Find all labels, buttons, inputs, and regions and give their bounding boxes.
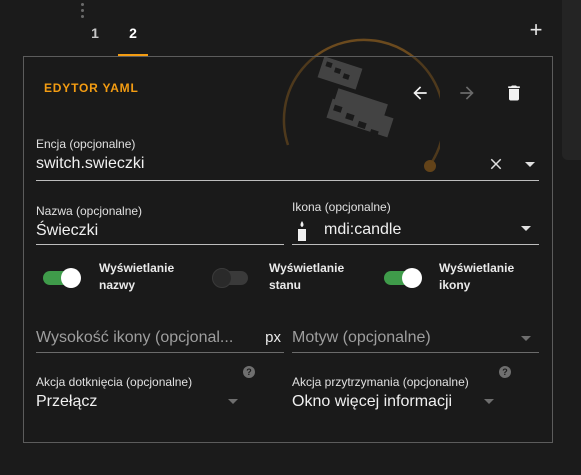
px-suffix: px [265, 329, 281, 346]
entity-field[interactable]: Encja (opcjonalne) switch.swieczki [36, 137, 539, 181]
entity-value[interactable]: switch.swieczki [36, 155, 539, 173]
drag-handle-icon[interactable] [80, 3, 86, 21]
tab-1[interactable]: 1 [76, 20, 114, 56]
chevron-down-icon[interactable] [521, 226, 531, 231]
name-value[interactable]: Świeczki [36, 222, 284, 240]
show-icon-label: Wyświetlanie ikony [439, 261, 515, 292]
yaml-editor-button[interactable]: EDYTOR YAML [44, 81, 139, 95]
card-editor: EDYTOR YAML Encja (opcjonalne) switch.sw… [23, 56, 553, 443]
icon-value[interactable]: mdi:candle [324, 221, 401, 239]
show-state-toggle[interactable] [212, 265, 252, 288]
icon-height-placeholder: Wysokość ikony (opcjonal... [36, 329, 234, 346]
trash-icon[interactable] [502, 81, 526, 105]
show-state-label: Wyświetlanie stanu [269, 261, 345, 292]
candle-icon [294, 220, 310, 242]
plus-icon[interactable]: + [524, 18, 548, 42]
tap-action-field[interactable]: Akcja dotknięcia (opcjonalne) Przełącz [36, 375, 240, 415]
show-icon-toggle[interactable] [382, 265, 422, 288]
chevron-down-icon[interactable] [525, 162, 535, 167]
chevron-down-icon[interactable] [521, 336, 531, 341]
hold-action-field[interactable]: Akcja przytrzymania (opcjonalne) Okno wi… [292, 375, 496, 415]
scrollbar[interactable] [562, 0, 581, 160]
theme-placeholder: Motyw (opcjonalne) [292, 329, 431, 346]
hold-action-label: Akcja przytrzymania (opcjonalne) [292, 375, 469, 389]
show-name-label: Wyświetlanie nazwy [99, 261, 175, 292]
help-icon[interactable]: ? [243, 366, 255, 378]
show-name-toggle[interactable] [41, 265, 81, 288]
card-tabs: 1 2 [76, 20, 152, 56]
arrow-right-icon[interactable] [455, 81, 479, 105]
tap-action-value[interactable]: Przełącz [36, 393, 240, 411]
entity-label: Encja (opcjonalne) [36, 137, 136, 151]
chevron-down-icon[interactable] [484, 399, 494, 404]
name-label: Nazwa (opcjonalne) [36, 204, 143, 218]
tab-2[interactable]: 2 [114, 20, 152, 56]
chevron-down-icon[interactable] [228, 399, 238, 404]
icon-label: Ikona (opcjonalne) [292, 200, 391, 214]
hold-action-value[interactable]: Okno więcej informacji [292, 393, 496, 411]
theme-field[interactable]: Motyw (opcjonalne) [292, 329, 539, 353]
help-icon[interactable]: ? [499, 366, 511, 378]
tap-action-label: Akcja dotknięcia (opcjonalne) [36, 375, 193, 389]
icon-field[interactable]: Ikona (opcjonalne) mdi:candle [292, 200, 539, 245]
icon-height-field[interactable]: Wysokość ikony (opcjonal... px [36, 329, 284, 353]
arrow-left-icon[interactable] [408, 81, 432, 105]
name-field[interactable]: Nazwa (opcjonalne) Świeczki [36, 204, 284, 245]
clear-icon[interactable] [487, 155, 505, 173]
